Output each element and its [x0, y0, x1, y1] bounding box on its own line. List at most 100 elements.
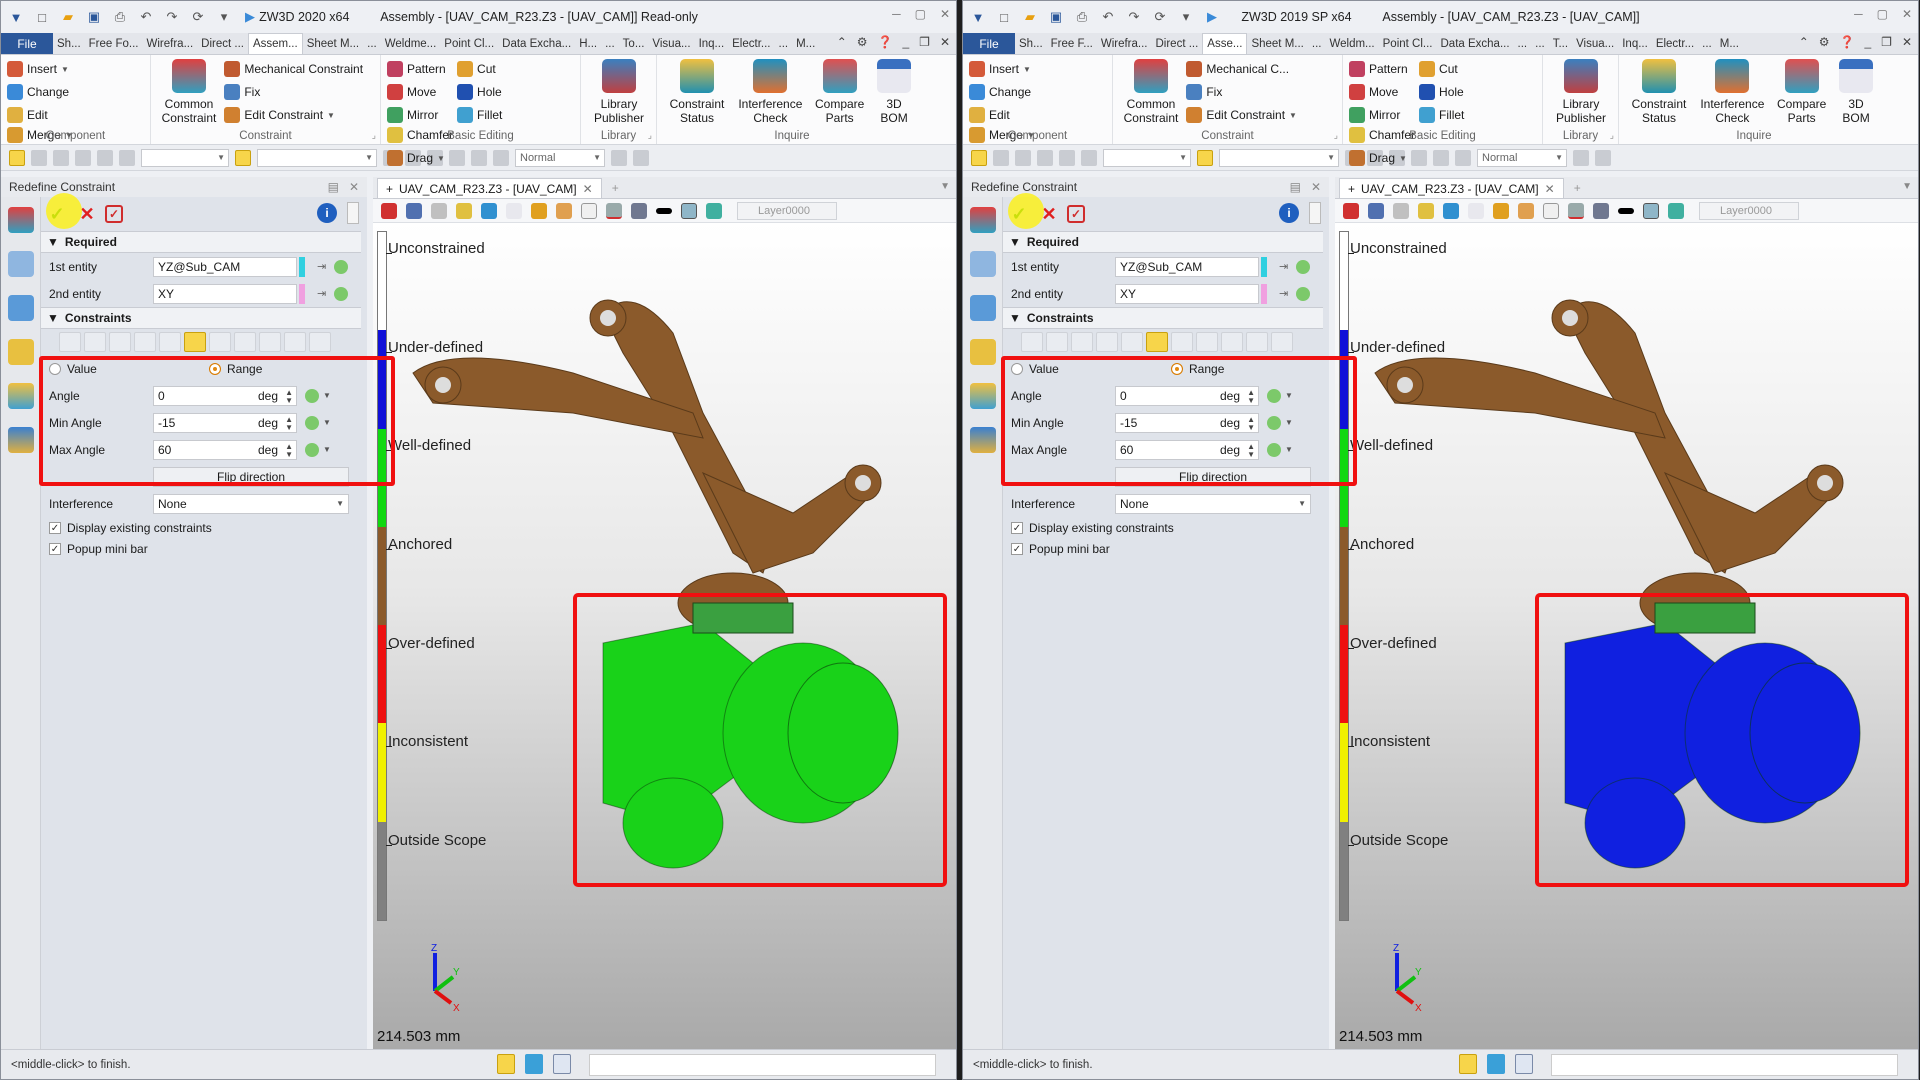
refresh-icon[interactable]: ⟳ — [1151, 8, 1169, 26]
constraint-status-button[interactable]: Constraint Status — [667, 59, 727, 125]
panel-close-icon[interactable]: ✕ — [1311, 180, 1321, 194]
ribbon-tab[interactable]: ... — [775, 33, 793, 54]
hierarchy-tab-icon[interactable] — [8, 295, 34, 321]
ribbon-tab[interactable]: Sheet M... — [303, 33, 363, 54]
filter-combo[interactable]: ▼ — [1103, 148, 1191, 167]
align-justify-icon[interactable] — [1433, 149, 1449, 166]
first-entity-field[interactable]: YZ@Sub_CAM — [153, 256, 297, 277]
3d-bom-button[interactable]: 3D BOM — [877, 59, 912, 125]
pointer-icon[interactable] — [633, 149, 649, 166]
ribbon-tab[interactable]: Data Excha... — [1437, 33, 1514, 54]
drag-button[interactable]: Drag ▼ — [387, 148, 453, 168]
new-file-icon[interactable]: □ — [33, 8, 51, 26]
common-constraint-button[interactable]: Common Constraint — [1123, 59, 1179, 125]
constraint-tab-icon[interactable] — [8, 207, 34, 233]
users-tab-icon[interactable] — [8, 427, 34, 453]
cut-button[interactable]: Cut — [457, 59, 502, 79]
rotate-icon[interactable] — [97, 149, 113, 166]
screen-icon[interactable] — [525, 1054, 543, 1074]
pick-icon[interactable]: ⇥ — [317, 260, 326, 273]
display-existing-checkbox[interactable]: ✓ Display existing constraints — [1003, 517, 1323, 538]
uav-camera-model[interactable] — [1335, 223, 1918, 923]
ribbon-tab[interactable]: ... — [363, 33, 381, 54]
part-tab-icon[interactable] — [970, 339, 996, 365]
dimension-icon[interactable] — [606, 202, 622, 219]
fillet-button[interactable]: Fillet — [1419, 105, 1464, 125]
angle-input[interactable]: 0 deg ▲ ▼ — [153, 385, 297, 406]
display-filter-icon[interactable] — [1493, 202, 1509, 219]
document-tab[interactable]: + UAV_CAM_R23.Z3 - [UAV_CAM] ✕ — [1339, 178, 1564, 198]
ribbon-tab[interactable]: Free F... — [1047, 33, 1097, 54]
ribbon-tab[interactable]: To... — [619, 33, 649, 54]
tab-menu-icon[interactable]: ▼ — [940, 181, 950, 192]
ribbon-tab[interactable]: M... — [792, 33, 819, 54]
file-menu-tab[interactable]: File — [1, 33, 53, 54]
hole-button[interactable]: Hole — [457, 82, 502, 102]
ribbon-tab[interactable]: ... — [1308, 33, 1326, 54]
required-section-header[interactable]: ▼ Required — [1003, 231, 1323, 253]
dialog-launcher-icon[interactable]: ⌟ — [372, 130, 376, 141]
color-icon[interactable] — [1643, 202, 1659, 219]
constraints-section-header[interactable]: ▼ Constraints — [41, 307, 361, 329]
3d-bom-button[interactable]: 3D BOM — [1839, 59, 1874, 125]
info-icon[interactable]: i — [317, 203, 337, 223]
layer-select[interactable]: Layer0000 — [1699, 201, 1799, 220]
record-icon[interactable] — [1267, 388, 1281, 403]
ribbon-tab[interactable]: Weldm... — [1325, 33, 1378, 54]
zoom-window-icon[interactable] — [1543, 202, 1559, 219]
move-button[interactable]: Move — [1349, 82, 1408, 102]
uav-camera-model[interactable] — [373, 223, 956, 923]
new-tab-button[interactable]: + — [612, 181, 619, 198]
undo-icon[interactable]: ↶ — [137, 8, 155, 26]
filter-icon[interactable] — [1081, 149, 1097, 166]
open-file-icon[interactable]: ▰ — [1021, 8, 1039, 26]
lock-icon[interactable] — [209, 332, 231, 352]
distance-icon[interactable] — [259, 332, 281, 352]
selection-combo[interactable]: ▼ — [1219, 148, 1339, 167]
section-icon[interactable] — [456, 202, 472, 219]
interference-select[interactable]: None ▼ — [153, 493, 349, 514]
ribbon-tab[interactable]: Visua... — [648, 33, 694, 54]
angle-spinner[interactable]: ▲ ▼ — [285, 388, 293, 405]
ribbon-tab[interactable]: Data Excha... — [498, 33, 575, 54]
dimension-icon[interactable] — [1568, 202, 1584, 219]
coincident-icon[interactable] — [59, 332, 81, 352]
doc-restore-button[interactable]: ❐ — [1881, 35, 1892, 49]
tab-menu-icon[interactable]: ▼ — [1902, 181, 1912, 192]
refresh-icon[interactable]: ⟳ — [189, 8, 207, 26]
change-button[interactable]: Change — [7, 82, 69, 102]
pick-filter-icon[interactable] — [9, 149, 25, 166]
flip-direction-button[interactable]: Flip direction — [153, 466, 349, 487]
angle-icon[interactable] — [184, 332, 206, 352]
redo-icon[interactable]: ↷ — [163, 8, 181, 26]
ribbon-tab[interactable]: Direct ... — [1151, 33, 1202, 54]
center-icon[interactable] — [1271, 332, 1293, 352]
insert-button[interactable]: Insert ▼ — [7, 59, 69, 79]
measure-icon[interactable] — [1393, 202, 1409, 219]
concentric-icon[interactable] — [1071, 332, 1093, 352]
symmetric-icon[interactable] — [1246, 332, 1268, 352]
info-icon[interactable]: i — [1279, 203, 1299, 223]
color-icon[interactable] — [681, 202, 697, 219]
shaded-icon[interactable] — [481, 202, 497, 219]
zoom-all-icon[interactable] — [556, 202, 572, 219]
render-mode-combo[interactable]: Normal ▼ — [1477, 148, 1567, 167]
range-radio[interactable]: Range — [1171, 362, 1224, 376]
close-tab-icon[interactable]: ✕ — [583, 182, 593, 196]
render-mode-icon[interactable] — [493, 149, 509, 166]
part-tab-icon[interactable] — [8, 339, 34, 365]
parallel-icon[interactable] — [134, 332, 156, 352]
dialog-launcher-icon[interactable]: ⌟ — [648, 130, 652, 141]
record-icon[interactable] — [1267, 442, 1281, 457]
smart-pick-icon[interactable] — [1197, 149, 1213, 166]
shaded-icon[interactable] — [1443, 202, 1459, 219]
close-button[interactable]: ✕ — [940, 7, 950, 21]
fix-button[interactable]: Fix — [224, 82, 363, 102]
render-mode-combo[interactable]: Normal ▼ — [515, 148, 605, 167]
record-icon[interactable] — [1296, 259, 1311, 274]
symmetric-icon[interactable] — [284, 332, 306, 352]
pattern-button[interactable]: Pattern — [387, 59, 446, 79]
play-icon[interactable]: ▶ — [241, 8, 259, 26]
ribbon-tab[interactable]: T... — [1549, 33, 1572, 54]
apply-button[interactable]: ✓ — [1067, 205, 1085, 223]
